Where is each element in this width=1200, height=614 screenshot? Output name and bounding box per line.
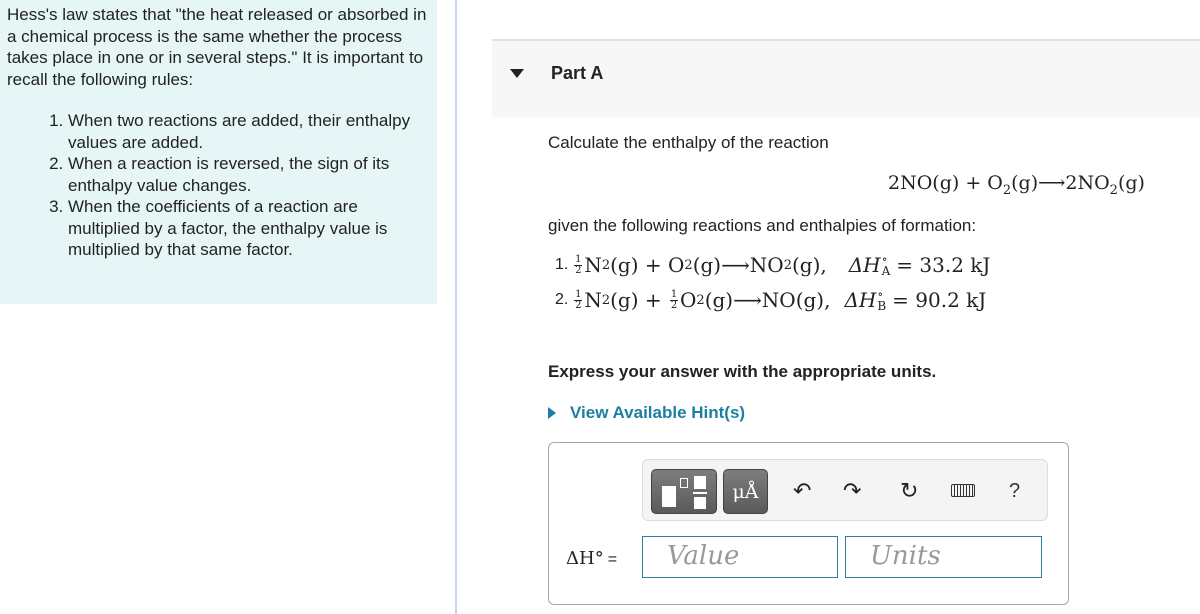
answer-instruction: Express your answer with the appropriate… [548,362,937,381]
enthalpy-a-value: = 33.2 kJ [896,253,991,277]
help-icon[interactable]: ? [1009,478,1020,504]
rule-item: When the coefficients of a reaction are … [68,196,429,261]
answer-label: ΔH° = [566,548,618,569]
answer-box: μÅ ↶ ↷ ↻ ? ΔH° = Value Units [548,442,1069,605]
undo-icon[interactable]: ↶ [793,478,811,504]
rule-item: When a reaction is reversed, the sign of… [68,153,429,196]
reset-icon[interactable]: ↻ [900,478,918,504]
units-input[interactable]: Units [845,536,1042,578]
enthalpy-b: ΔH ∘ B [844,287,887,313]
math-toolbar: μÅ ↶ ↷ ↻ ? [642,459,1048,521]
rule-item: When two reactions are added, their enth… [68,110,429,153]
value-input[interactable]: Value [642,536,838,578]
question-prompt: Calculate the enthalpy of the reaction [548,133,829,152]
given-label: given the following reactions and enthal… [548,216,977,235]
view-hints-link[interactable]: View Available Hint(s) [548,403,745,423]
fraction-half: 12 [574,253,583,276]
intro-panel: Hess's law states that "the heat release… [0,0,437,304]
enthalpy-b-value: = 90.2 kJ [892,288,987,312]
fraction-half: 12 [670,288,679,311]
units-button[interactable]: μÅ [723,469,768,514]
enthalpy-a: ΔH ∘ A [848,252,891,278]
triangle-down-icon[interactable] [510,69,524,78]
templates-button[interactable] [651,469,717,514]
vertical-divider [455,0,457,614]
keyboard-icon[interactable] [951,484,975,497]
part-title: Part A [551,63,604,83]
redo-icon[interactable]: ↷ [843,478,861,504]
part-a-header[interactable]: Part A [492,39,1200,117]
triangle-right-icon [548,407,556,419]
given-reaction-2: 2. 12 N2 (g) + 12 O2 (g)⟶NO (g), ΔH ∘ B = … [555,287,987,313]
given-reaction-1: 1. 12 N2 (g) + O2 (g)⟶NO 2 (g), ΔH ∘ A = 33… [555,252,991,278]
rules-list: When two reactions are added, their enth… [7,110,429,261]
intro-paragraph: Hess's law states that "the heat release… [7,5,427,89]
fraction-half: 12 [574,288,583,311]
target-reaction: 2NO(g) + O2(g)⟶2NO2(g) [888,172,1145,198]
template-icon-part [662,486,676,507]
